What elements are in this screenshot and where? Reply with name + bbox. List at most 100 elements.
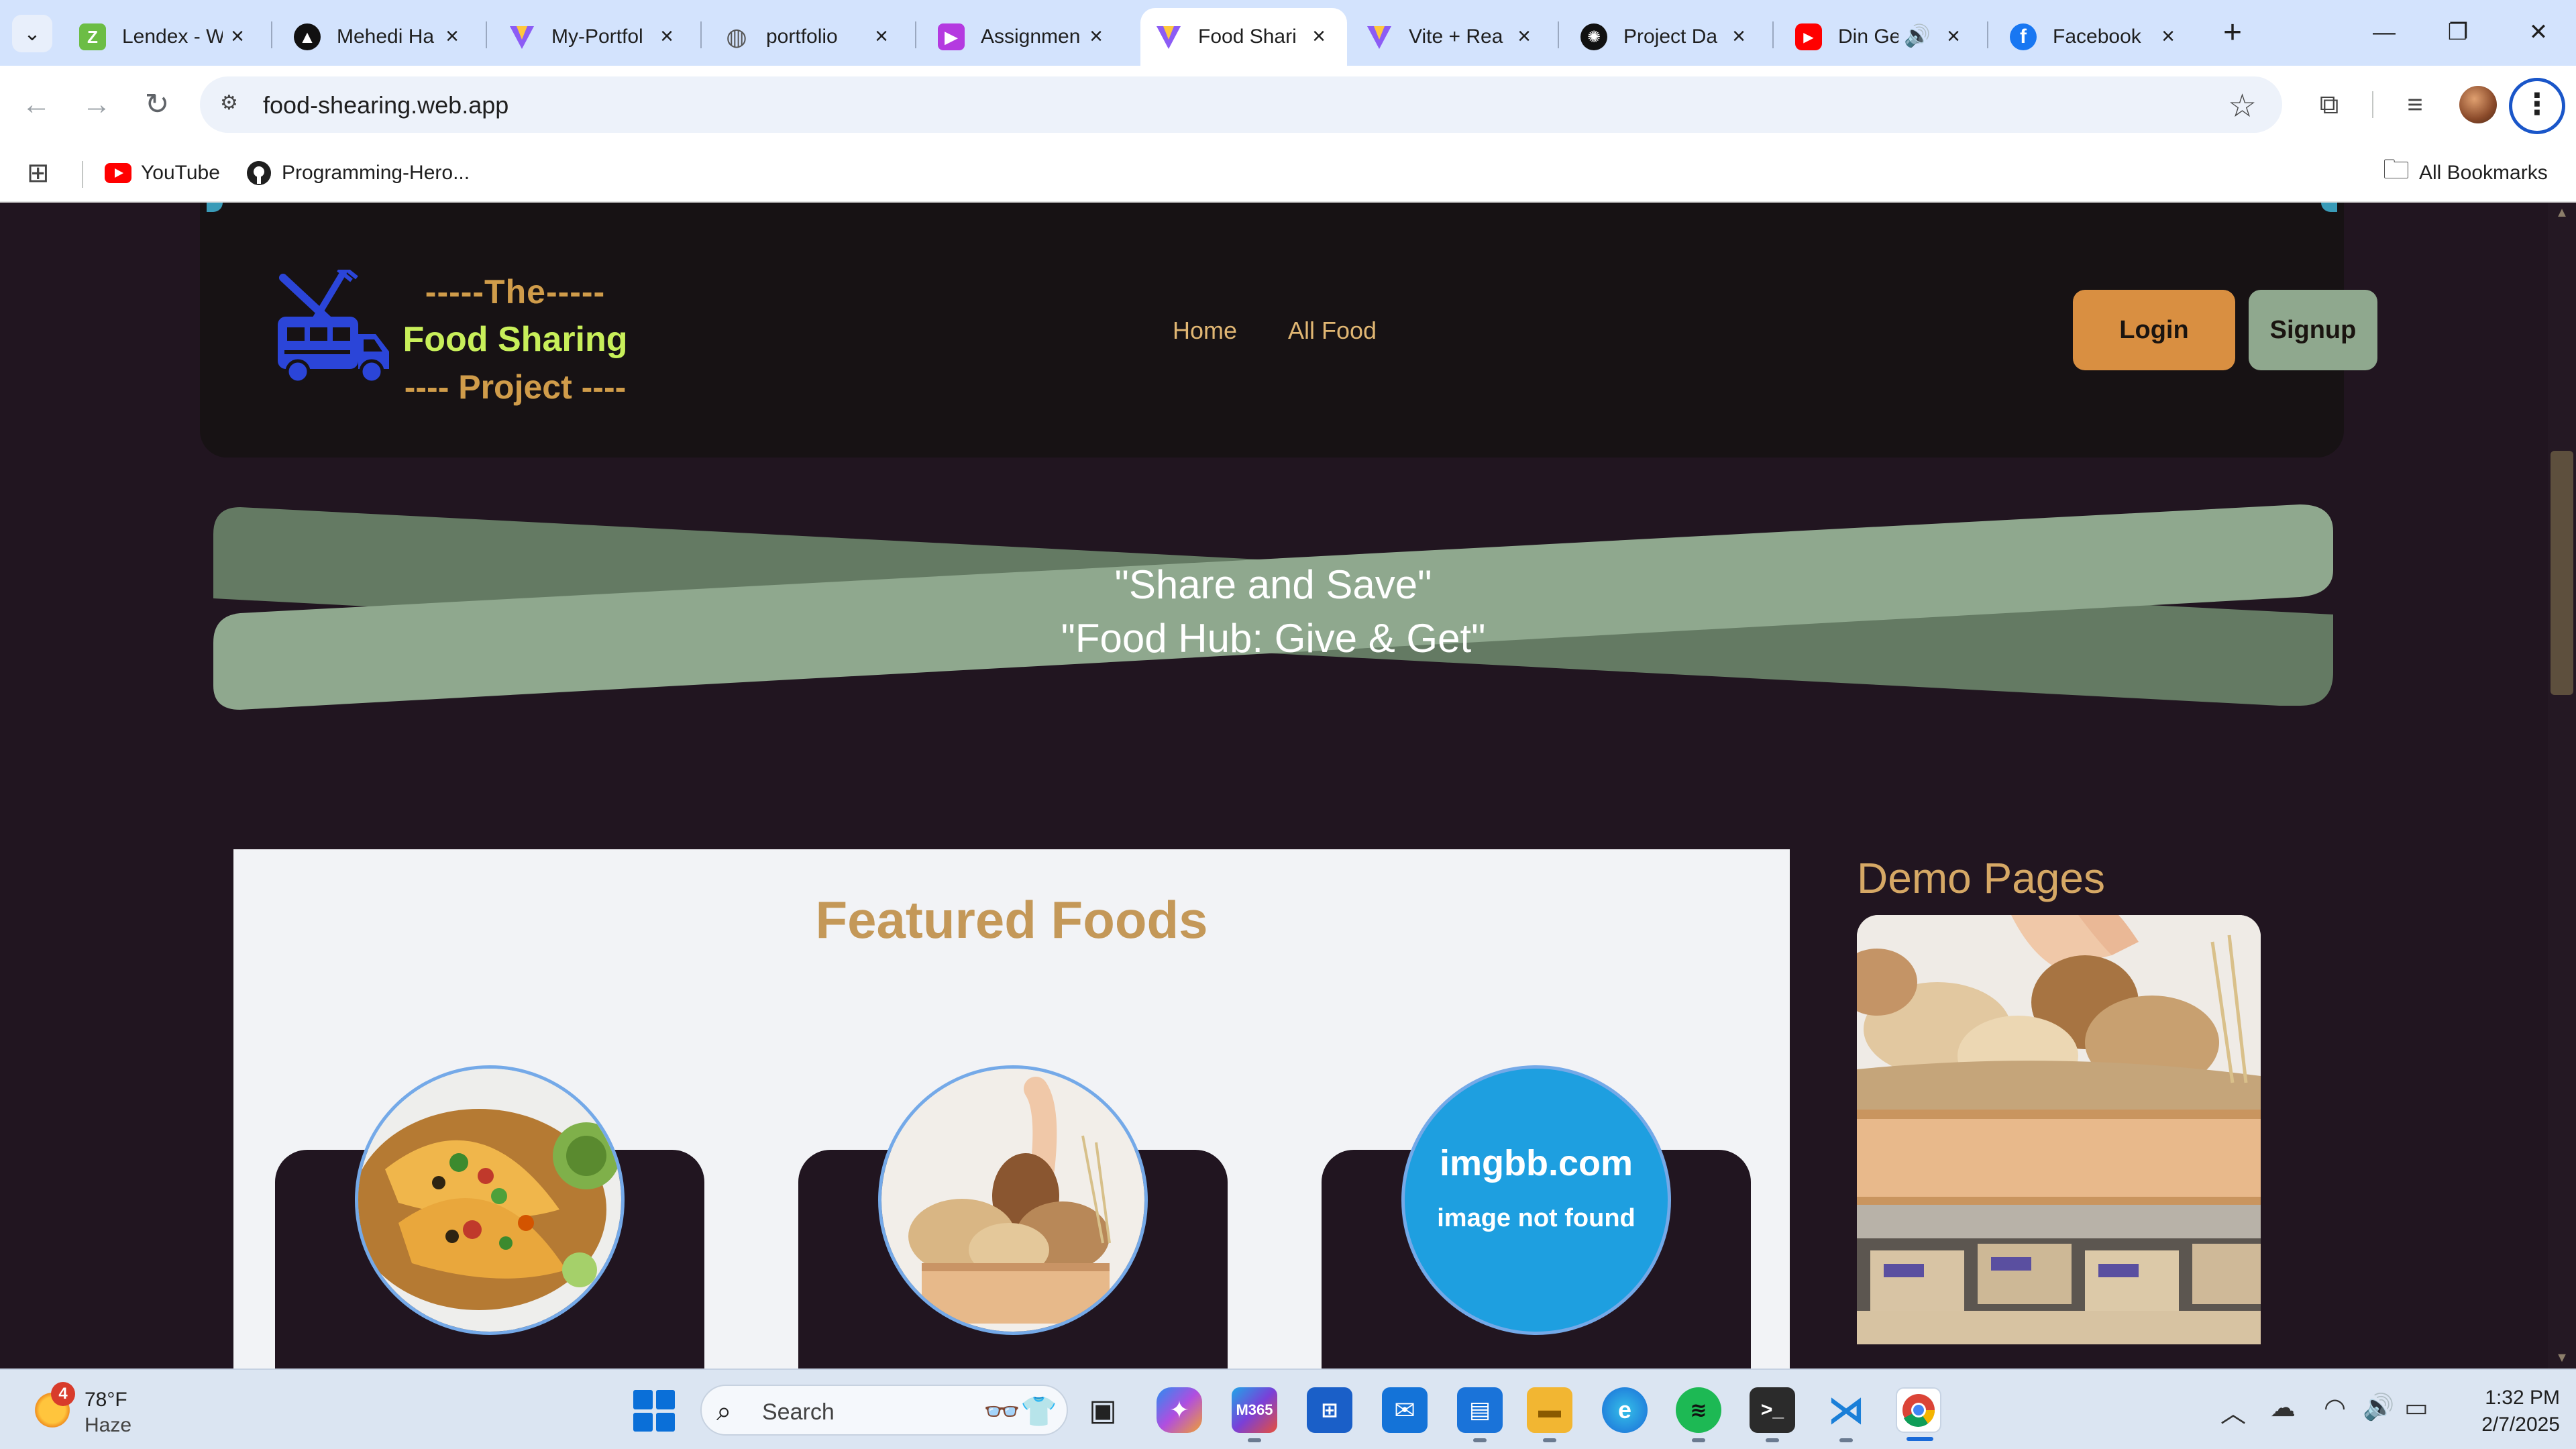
wifi-icon[interactable]: ◠ — [2324, 1393, 2346, 1423]
tab-title: My-Portfol — [551, 25, 643, 48]
close-icon[interactable]: × — [1727, 24, 1751, 48]
search-highlight-icon: 👓👕 — [983, 1395, 1057, 1428]
battery-icon[interactable]: ▭ — [2404, 1393, 2428, 1423]
all-bookmarks-button[interactable]: 🗀 All Bookmarks — [2383, 154, 2548, 192]
m365-icon[interactable]: M365 — [1232, 1387, 1277, 1442]
back-button[interactable]: ← — [16, 85, 56, 125]
tab-my-portfolio[interactable]: My-Portfol × — [494, 8, 695, 66]
extensions-icon[interactable]: ⧉ — [2308, 83, 2351, 126]
tab-project-data[interactable]: ✺ Project Da × — [1566, 8, 1767, 66]
tab-mehedi[interactable]: ▲ Mehedi Ha × — [279, 8, 480, 66]
food-image-placeholder[interactable]: imgbb.com image not found — [1401, 1065, 1671, 1335]
terminal-icon[interactable]: >_ — [1750, 1387, 1795, 1442]
notepad-icon[interactable]: ▤ — [1457, 1387, 1503, 1442]
nav-link-home[interactable]: Home — [1173, 317, 1237, 345]
close-icon[interactable]: × — [1307, 24, 1331, 48]
address-bar[interactable]: ⚙ food-shearing.web.app ☆ — [200, 76, 2282, 133]
login-button[interactable]: Login — [2073, 290, 2235, 370]
hero-banner: "Share and Save" "Food Hub: Give & Get" — [213, 504, 2333, 712]
close-icon[interactable]: × — [1084, 24, 1108, 48]
tab-lendex[interactable]: Z Lendex - W × — [64, 8, 266, 66]
banner-tagline: "Share and Save" "Food Hub: Give & Get" — [213, 558, 2333, 665]
placeholder-site: imgbb.com — [1439, 1143, 1633, 1183]
demo-page-image[interactable] — [1857, 915, 2261, 1344]
food-image-bread[interactable] — [878, 1065, 1148, 1335]
tab-facebook[interactable]: f Facebook × — [1995, 8, 2196, 66]
scroll-down-icon[interactable]: ▼ — [2553, 1350, 2571, 1366]
bookmark-programming-hero[interactable]: Programming-Hero... — [246, 154, 470, 192]
spotify-icon[interactable]: ≋ — [1676, 1387, 1721, 1442]
tab-food-sharing[interactable]: Food Shari × — [1140, 8, 1347, 66]
minimize-button[interactable]: — — [2357, 12, 2411, 52]
folder-icon: 🗀 — [2383, 155, 2410, 184]
close-icon[interactable]: × — [655, 24, 679, 48]
vercel-icon: ▲ — [294, 23, 321, 50]
mail-icon[interactable]: ✉ — [1382, 1387, 1428, 1433]
file-explorer-icon[interactable]: ▬ — [1527, 1387, 1572, 1442]
task-view-icon[interactable]: ▣ — [1080, 1387, 1126, 1433]
site-settings-icon[interactable]: ⚙ — [220, 91, 247, 118]
taskbar-search[interactable]: ⌕ Search 👓👕 — [700, 1385, 1068, 1436]
volume-icon[interactable]: 🔊 — [2363, 1393, 2394, 1422]
close-icon[interactable]: × — [440, 24, 464, 48]
avatar[interactable] — [2459, 86, 2497, 123]
tab-search-button[interactable]: ⌄ — [12, 15, 52, 52]
tab-portfolio[interactable]: ◍ portfolio × — [708, 8, 910, 66]
globe-icon: ◍ — [726, 23, 747, 50]
tab-assignment[interactable]: ▶ Assignmen × — [923, 8, 1124, 66]
show-hidden-icons-icon[interactable]: ︿ — [2220, 1393, 2246, 1430]
page-viewport: -----The----- Food Sharing ---- Project … — [0, 203, 2576, 1368]
close-icon[interactable]: × — [1512, 24, 1536, 48]
weather-badge: 4 — [51, 1382, 75, 1406]
media-controls-icon[interactable]: ≡ — [2394, 83, 2436, 126]
featured-foods-section: Featured Foods imgbb.com image not found — [233, 849, 1790, 1368]
copilot-icon[interactable]: ✦ — [1157, 1387, 1202, 1433]
scrollbar-thumb[interactable] — [2551, 451, 2573, 695]
close-icon[interactable]: × — [2156, 24, 2180, 48]
apps-grid-icon[interactable]: ⊞ — [27, 154, 50, 192]
signup-button[interactable]: Signup — [2249, 290, 2377, 370]
food-image-tacos[interactable] — [355, 1065, 625, 1335]
tab-strip: ⌄ Z Lendex - W × ▲ Mehedi Ha × My-Portfo… — [0, 0, 2576, 66]
onedrive-icon[interactable]: ☁ — [2270, 1393, 2296, 1423]
scroll-up-icon[interactable]: ▲ — [2553, 205, 2571, 221]
forward-button[interactable]: → — [76, 85, 117, 125]
edge-icon[interactable]: e — [1602, 1387, 1648, 1433]
site-logo-text[interactable]: -----The----- Food Sharing ---- Project … — [394, 272, 636, 407]
logo-line-food-sharing: Food Sharing — [402, 320, 628, 359]
nav-corner-accent — [2321, 203, 2337, 212]
close-icon[interactable]: × — [869, 24, 894, 48]
food-truck-logo-icon[interactable] — [274, 265, 394, 390]
close-icon[interactable]: × — [225, 24, 250, 48]
windows-start-icon[interactable] — [633, 1390, 675, 1432]
tab-din-ge[interactable]: ▶ Din Ge 🔊 × — [1780, 8, 1982, 66]
youtube-icon — [105, 160, 131, 186]
demo-pages-title: Demo Pages — [1857, 854, 2105, 902]
restore-button[interactable]: ❐ — [2431, 12, 2485, 52]
vscode-icon[interactable]: ⋊ — [1823, 1387, 1869, 1442]
bookmark-youtube[interactable]: YouTube — [105, 154, 220, 192]
nav-link-all-food[interactable]: All Food — [1288, 317, 1377, 345]
url-text[interactable]: food-shearing.web.app — [263, 91, 508, 119]
search-icon: ⌕ — [716, 1397, 732, 1426]
clock-date: 2/7/2025 — [2481, 1413, 2560, 1436]
browser-menu-icon[interactable]: ⋮ — [2509, 78, 2565, 134]
facebook-icon: f — [2010, 23, 2037, 50]
tab-vite-react[interactable]: Vite + Rea × — [1351, 8, 1552, 66]
browser-toolbar: ← → ↻ ⚙ food-shearing.web.app ☆ ⧉ ≡ ⋮ — [0, 66, 2576, 144]
reload-button[interactable]: ↻ — [137, 85, 177, 125]
weather-temperature[interactable]: 78°F — [85, 1389, 127, 1411]
search-label: Search — [762, 1399, 835, 1425]
bookmark-star-icon[interactable]: ☆ — [2228, 87, 2257, 125]
close-icon[interactable]: × — [1941, 24, 1966, 48]
weather-condition[interactable]: Haze — [85, 1414, 131, 1437]
page-scrollbar[interactable]: ▲ ▼ — [2548, 203, 2576, 1368]
tab-divider — [1772, 21, 1774, 48]
close-window-button[interactable]: ✕ — [2512, 12, 2565, 52]
system-clock[interactable]: 1:32 PM 2/7/2025 — [2432, 1385, 2560, 1438]
new-tab-button[interactable]: + — [2214, 15, 2251, 52]
speaker-icon[interactable]: 🔊 — [1904, 23, 1931, 48]
chrome-icon[interactable] — [1896, 1387, 1941, 1441]
tab-divider — [1987, 21, 1988, 48]
store-icon[interactable]: ⊞ — [1307, 1387, 1352, 1433]
